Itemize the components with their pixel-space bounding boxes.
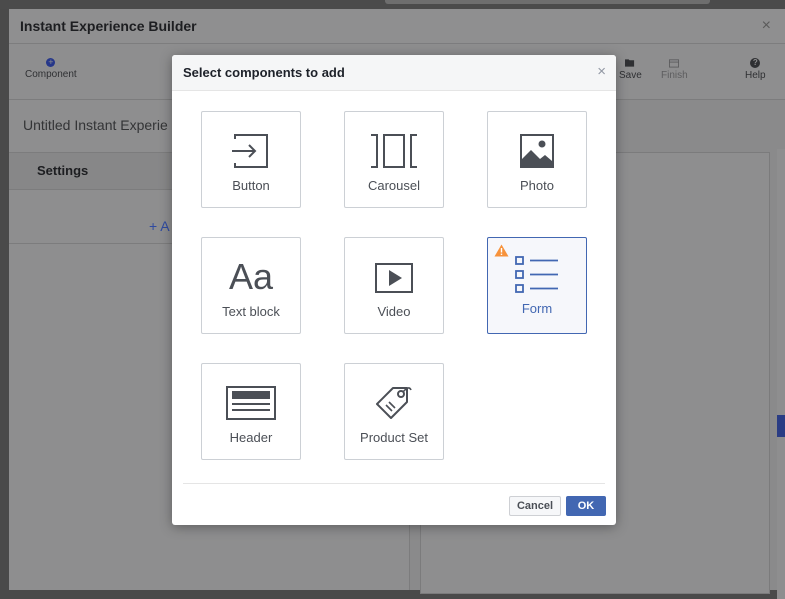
finish-label: Finish bbox=[661, 70, 688, 81]
window-title: Instant Experience Builder bbox=[20, 18, 197, 34]
help-icon: ? bbox=[750, 58, 761, 68]
help-label: Help bbox=[745, 70, 766, 81]
document-title[interactable]: Untitled Instant Experie bbox=[23, 117, 168, 133]
button-icon bbox=[232, 134, 268, 168]
tile-label: Video bbox=[377, 304, 411, 319]
add-component-link[interactable]: + A bbox=[149, 218, 170, 234]
video-icon bbox=[375, 263, 413, 293]
tile-label: Form bbox=[521, 301, 553, 316]
save-button[interactable]: Save bbox=[619, 58, 642, 81]
select-components-dialog: Select components to add × Button Carous… bbox=[172, 55, 616, 525]
header-icon bbox=[226, 386, 276, 420]
top-strip bbox=[0, 0, 785, 9]
carousel-icon bbox=[371, 134, 417, 168]
side-panel bbox=[777, 149, 785, 599]
calendar-icon bbox=[669, 59, 680, 68]
tile-label: Photo bbox=[520, 178, 554, 193]
dialog-footer-divider bbox=[183, 483, 605, 484]
tile-label: Header bbox=[229, 430, 273, 445]
form-icon bbox=[515, 256, 558, 293]
tile-button[interactable]: Button bbox=[201, 111, 301, 208]
text-block-icon: Aa bbox=[228, 256, 274, 297]
top-bar bbox=[385, 0, 710, 4]
tile-photo[interactable]: Photo bbox=[487, 111, 587, 208]
photo-icon bbox=[520, 134, 554, 168]
cancel-button[interactable]: Cancel bbox=[509, 496, 561, 516]
product-set-icon bbox=[376, 387, 412, 419]
tile-text-block[interactable]: Aa Text block bbox=[201, 237, 301, 334]
tile-label: Carousel bbox=[367, 178, 421, 193]
ok-button[interactable]: OK bbox=[566, 496, 606, 516]
tile-product-set[interactable]: Product Set bbox=[344, 363, 444, 460]
close-icon[interactable]: × bbox=[597, 63, 606, 80]
tile-header[interactable]: Header bbox=[201, 363, 301, 460]
tile-video[interactable]: Video bbox=[344, 237, 444, 334]
tile-form[interactable]: Form bbox=[487, 237, 587, 334]
warning-icon bbox=[494, 244, 509, 257]
tile-carousel[interactable]: Carousel bbox=[344, 111, 444, 208]
help-button[interactable]: ? Help bbox=[745, 58, 766, 81]
window-titlebar: Instant Experience Builder × bbox=[9, 9, 785, 44]
dialog-header: Select components to add × bbox=[172, 55, 616, 91]
side-button[interactable] bbox=[777, 415, 785, 437]
component-button[interactable]: + Component bbox=[25, 57, 77, 81]
window-close-icon[interactable]: × bbox=[762, 17, 771, 35]
folder-icon bbox=[625, 59, 635, 67]
tile-label: Button bbox=[232, 178, 270, 193]
tile-label: Text block bbox=[222, 304, 280, 319]
plus-icon: + bbox=[46, 57, 56, 67]
settings-label: Settings bbox=[37, 163, 89, 178]
component-label: Component bbox=[25, 69, 77, 80]
tile-label: Product Set bbox=[360, 430, 428, 445]
finish-button[interactable]: Finish bbox=[661, 58, 688, 81]
dialog-title: Select components to add bbox=[183, 65, 345, 80]
save-label: Save bbox=[619, 70, 642, 81]
